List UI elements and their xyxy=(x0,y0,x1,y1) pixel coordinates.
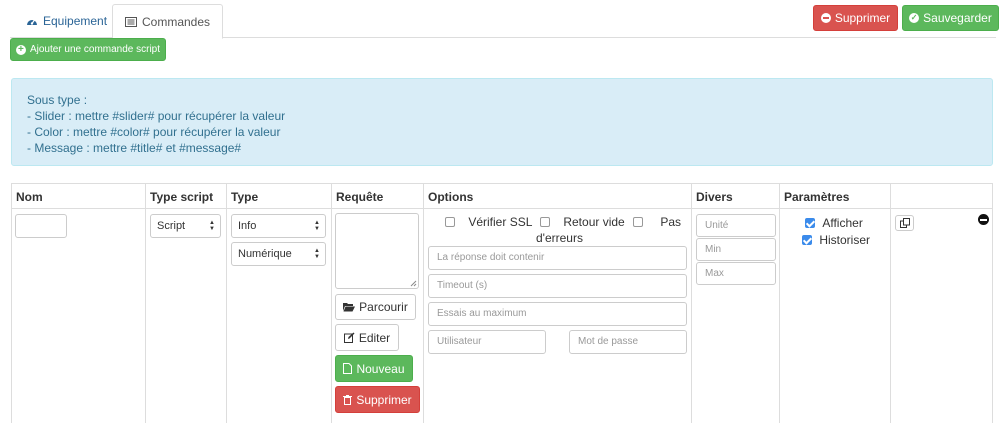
checkbox[interactable] xyxy=(540,217,550,227)
browse-button[interactable]: Parcourir xyxy=(335,294,416,320)
select-arrows-icon: ▲ ▼ xyxy=(209,220,215,232)
display-label: Afficher xyxy=(822,216,863,230)
checkbox[interactable] xyxy=(633,217,643,227)
new-button-label: Nouveau xyxy=(356,361,405,376)
min-input[interactable]: Min xyxy=(696,238,776,261)
save-button-label: Sauvegarder xyxy=(923,11,992,25)
max-input[interactable]: Max xyxy=(696,262,776,285)
type-select[interactable]: Info ▲ ▼ xyxy=(231,214,326,238)
header-type-script: Type script xyxy=(150,190,214,204)
tachometer-icon xyxy=(26,16,38,26)
history-label: Historiser xyxy=(819,233,871,247)
browse-button-label: Parcourir xyxy=(359,300,408,314)
header-parametres: Paramètres xyxy=(784,190,850,204)
response-input[interactable]: La réponse doit contenir xyxy=(428,246,687,270)
trash-icon xyxy=(343,394,353,405)
file-icon xyxy=(343,363,353,374)
no-errors-label-continued: d'erreurs xyxy=(536,231,583,245)
checkbox[interactable] xyxy=(445,217,455,227)
request-textarea[interactable] xyxy=(335,213,419,289)
list-icon xyxy=(125,16,137,27)
checkbox-checked[interactable] xyxy=(802,235,812,245)
type-value: Info xyxy=(238,220,257,232)
verify-ssl-checkbox[interactable]: Vérifier SSL xyxy=(445,215,532,229)
header-options: Options xyxy=(428,190,474,204)
delete-button-label: Supprimer xyxy=(834,11,891,25)
edit-icon xyxy=(343,332,355,343)
verify-ssl-label: Vérifier SSL xyxy=(468,215,533,229)
timeout-input[interactable]: Timeout (s) xyxy=(428,274,687,298)
no-errors-label: Pas xyxy=(660,215,682,229)
header-nom: Nom xyxy=(16,190,43,204)
remove-row-icon[interactable] xyxy=(978,214,989,225)
user-input[interactable]: Utilisateur xyxy=(428,330,546,354)
tab-equipement[interactable]: Equipement xyxy=(14,4,119,38)
info-line: - Slider : mettre #slider# pour récupére… xyxy=(27,109,286,123)
plus-circle-icon: + xyxy=(15,44,26,55)
no-errors-checkbox[interactable]: Pas xyxy=(633,215,681,229)
script-type-select[interactable]: Script ▲ ▼ xyxy=(150,214,221,238)
password-input[interactable]: Mot de passe xyxy=(569,330,687,354)
checkbox-checked[interactable] xyxy=(805,218,815,228)
script-type-value: Script xyxy=(157,220,186,232)
header-divers: Divers xyxy=(696,190,733,204)
history-checkbox[interactable]: Historiser xyxy=(802,233,870,247)
edit-button[interactable]: Editer xyxy=(335,324,399,351)
save-button[interactable]: ✓ Sauvegarder xyxy=(902,5,999,31)
info-line: Sous type : xyxy=(27,93,88,107)
unit-input[interactable]: Unité xyxy=(696,214,776,237)
add-command-button[interactable]: + Ajouter une commande script xyxy=(10,38,166,61)
minus-circle-icon xyxy=(820,13,831,23)
tab-equipement-label: Equipement xyxy=(43,14,108,28)
info-line: - Message : mettre #title# et #message# xyxy=(27,141,242,155)
empty-return-label: Retour vide xyxy=(563,215,625,229)
name-input[interactable] xyxy=(15,214,67,238)
info-alert: Sous type : - Slider : mettre #slider# p… xyxy=(11,78,993,166)
select-arrows-icon: ▲ ▼ xyxy=(314,220,320,232)
tab-commandes[interactable]: Commandes xyxy=(112,4,224,39)
new-button[interactable]: Nouveau xyxy=(335,355,413,382)
subtype-select[interactable]: Numérique ▲ ▼ xyxy=(231,242,326,266)
check-circle-icon: ✓ xyxy=(909,13,920,23)
select-arrows-icon: ▲ ▼ xyxy=(314,248,320,260)
copy-icon xyxy=(899,218,910,228)
edit-button-label: Editer xyxy=(358,330,391,345)
duplicate-button[interactable] xyxy=(895,215,914,231)
display-checkbox[interactable]: Afficher xyxy=(805,216,863,230)
delete-button[interactable]: Supprimer xyxy=(813,5,898,31)
header-type: Type xyxy=(231,190,259,204)
add-command-label: Ajouter une commande script xyxy=(29,44,161,55)
delete-script-button[interactable]: Supprimer xyxy=(335,386,420,413)
tab-commandes-label: Commandes xyxy=(142,14,211,29)
commands-table: Nom Type script Type Requête Options Div… xyxy=(11,183,993,423)
delete-script-button-label: Supprimer xyxy=(356,392,412,407)
resize-handle-icon[interactable] xyxy=(410,280,417,287)
tries-input[interactable]: Essais au maximum xyxy=(428,302,687,326)
empty-return-checkbox[interactable]: Retour vide xyxy=(540,215,625,229)
header-requete: Requête xyxy=(336,190,384,204)
subtype-value: Numérique xyxy=(238,248,292,260)
folder-open-icon xyxy=(343,303,356,312)
info-line: - Color : mettre #color# pour récupérer … xyxy=(27,125,281,139)
